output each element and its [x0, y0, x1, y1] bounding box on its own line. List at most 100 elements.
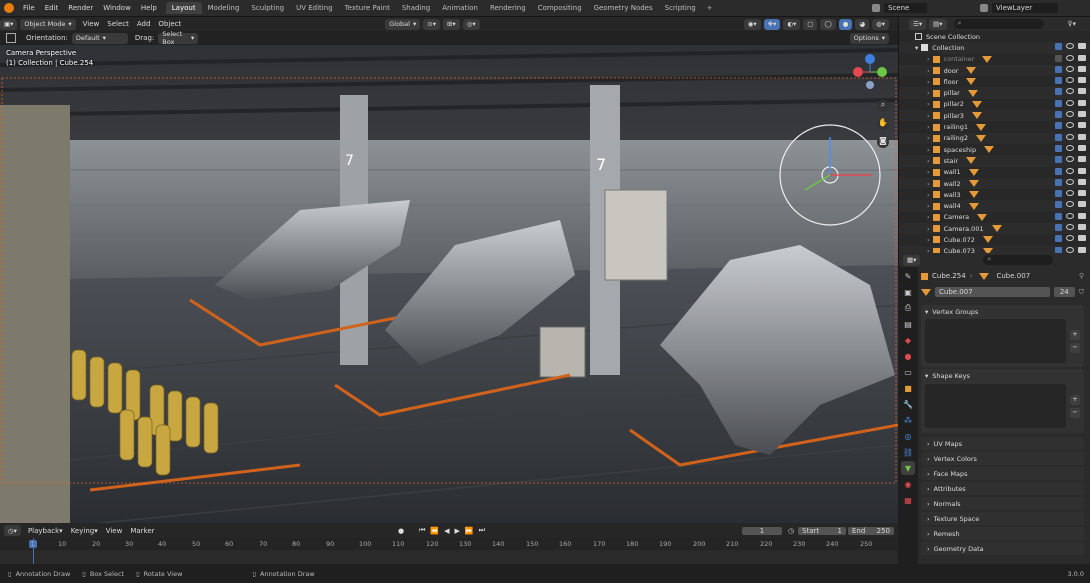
menu-timeline-view[interactable]: View [102, 527, 127, 535]
eye-icon[interactable] [1066, 246, 1074, 253]
eye-icon[interactable] [1066, 190, 1074, 197]
clock-icon[interactable]: ◷ [788, 527, 794, 535]
select-box-tool-icon[interactable] [6, 33, 16, 43]
material-shading-icon[interactable]: ◕ [855, 18, 870, 30]
outliner-item[interactable]: › spaceship [899, 144, 1090, 155]
render-icon[interactable] [1078, 88, 1086, 95]
shape-keys-header[interactable]: ▾ Shape Keys [921, 369, 1084, 383]
workspace-tab-scripting[interactable]: Scripting [659, 2, 702, 14]
output-tab-icon[interactable]: ⎙ [901, 301, 915, 315]
expand-arrow-icon[interactable]: › [927, 236, 930, 244]
workspace-tab-shading[interactable]: Shading [396, 2, 436, 14]
workspace-tab-modeling[interactable]: Modeling [202, 2, 246, 14]
outliner-item[interactable]: › Camera [899, 212, 1090, 223]
drag-dropdown[interactable]: Select Box ▾ [158, 30, 199, 46]
menu-keying[interactable]: Keying▾ [67, 527, 102, 535]
outliner-item[interactable]: › pillar3 [899, 110, 1090, 122]
eye-icon[interactable] [1066, 235, 1074, 242]
render-icon[interactable] [1078, 201, 1086, 208]
mode-dropdown[interactable]: Object Mode ▾ [20, 18, 76, 30]
view-layer-selector[interactable]: ViewLayer [980, 3, 1059, 13]
menu-window[interactable]: Window [98, 4, 136, 12]
outliner-item[interactable]: › door [899, 64, 1090, 77]
expand-arrow-icon[interactable]: › [927, 180, 930, 188]
exclude-checkbox[interactable] [1055, 144, 1062, 152]
expand-arrow-icon[interactable]: › [927, 146, 930, 154]
outliner-editor-type-icon[interactable]: ☰▾ [909, 18, 927, 30]
particles-tab-icon[interactable]: ⁂ [901, 413, 915, 427]
expand-arrow-icon[interactable]: › [927, 168, 930, 176]
play-icon[interactable]: ▶ [455, 527, 460, 535]
solid-shading-icon[interactable]: ● [838, 18, 853, 30]
outliner-item[interactable]: › Camera.001 [899, 223, 1090, 235]
menu-marker[interactable]: Marker [126, 527, 158, 535]
expand-arrow-icon[interactable]: › [927, 78, 930, 86]
render-icon[interactable] [1078, 99, 1086, 106]
outliner-item[interactable]: › railing2 [899, 132, 1090, 144]
menu-edit[interactable]: Edit [40, 4, 64, 12]
expand-arrow-icon[interactable]: › [927, 134, 930, 142]
constraints-tab-icon[interactable]: ⛓ [901, 445, 915, 459]
world-tab-icon[interactable]: ● [901, 349, 915, 363]
exclude-checkbox[interactable] [1055, 190, 1062, 198]
expand-arrow-icon[interactable]: ▾ [915, 44, 918, 52]
visibility-icon[interactable]: ◉▾ [743, 18, 761, 30]
outliner-item[interactable]: › pillar2 [899, 99, 1090, 110]
render-icon[interactable] [1078, 190, 1086, 197]
exclude-checkbox[interactable] [1055, 122, 1062, 130]
options-dropdown[interactable]: Options ▾ [849, 32, 889, 44]
expand-arrow-icon[interactable]: › [927, 202, 930, 210]
eye-icon[interactable] [1066, 156, 1074, 163]
outliner-item[interactable]: › Cube.072 [899, 234, 1090, 245]
filter-icon[interactable]: ⊽▾ [1067, 20, 1076, 28]
physics-tab-icon[interactable]: ◎ [901, 429, 915, 443]
jump-keyframe-forward-icon[interactable]: ⏩ [465, 527, 474, 535]
properties-editor-type-icon[interactable]: ▦▾ [903, 254, 921, 266]
exclude-checkbox[interactable] [1055, 178, 1062, 186]
render-icon[interactable] [1078, 235, 1086, 242]
jump-start-icon[interactable]: ⏮ [419, 526, 425, 535]
3d-viewport[interactable]: 7 7 Camera Perspective (1) Collection | … [0, 45, 898, 523]
pin-icon[interactable]: ⚲ [1079, 272, 1084, 280]
wireframe-shading-icon[interactable]: ◯ [820, 18, 836, 30]
render-icon[interactable] [1078, 111, 1086, 118]
exclude-checkbox[interactable] [1055, 54, 1062, 62]
material-tab-icon[interactable]: ◉ [901, 477, 915, 491]
outliner-item[interactable]: › container [899, 54, 1090, 65]
render-icon[interactable] [1078, 224, 1086, 231]
eye-icon[interactable] [1066, 122, 1074, 129]
eye-icon[interactable] [1066, 111, 1074, 118]
exclude-checkbox[interactable] [1055, 111, 1062, 119]
render-tab-icon[interactable]: ▣ [901, 285, 915, 299]
panel-vertex-colors[interactable]: › Vertex Colors [921, 452, 1084, 465]
record-icon[interactable]: ● [398, 527, 404, 535]
eye-icon[interactable] [1066, 178, 1074, 185]
workspace-tab-geometry-nodes[interactable]: Geometry Nodes [588, 2, 659, 14]
properties-search-input[interactable]: ⌕ [983, 255, 1054, 265]
texture-tab-icon[interactable]: ▦ [901, 493, 915, 507]
outliner-item[interactable]: › pillar [899, 87, 1090, 99]
outliner-item[interactable]: › wall3 [899, 189, 1090, 200]
expand-arrow-icon[interactable]: › [927, 225, 930, 233]
end-frame-field[interactable]: End 250 [848, 526, 894, 535]
workspace-tab-uv-editing[interactable]: UV Editing [290, 2, 339, 14]
workspace-tab-texture-paint[interactable]: Texture Paint [339, 2, 396, 14]
remove-shape-key-button[interactable]: − [1070, 407, 1080, 418]
exclude-checkbox[interactable] [1055, 224, 1062, 232]
pan-hand-icon[interactable]: ✋ [877, 118, 889, 130]
outliner-item[interactable]: › wall1 [899, 167, 1090, 178]
menu-object[interactable]: Object [154, 20, 185, 28]
start-frame-field[interactable]: Start 1 [798, 526, 846, 535]
editor-type-button[interactable]: ▣▾ [0, 18, 18, 30]
eye-icon[interactable] [1066, 88, 1074, 95]
playhead[interactable] [33, 538, 34, 564]
menu-select[interactable]: Select [103, 20, 133, 28]
render-icon[interactable] [1078, 133, 1086, 140]
vertex-groups-header[interactable]: ▾ Vertex Groups [921, 305, 1084, 319]
timeline-area[interactable]: 1102030405060708090100110120130140150160… [0, 538, 898, 564]
collection-row[interactable]: ▾ Collection [899, 42, 1090, 54]
render-icon[interactable] [1078, 212, 1086, 219]
menu-render[interactable]: Render [63, 4, 98, 12]
pivot-icon[interactable]: ⊙▾ [423, 18, 440, 30]
snap-icon[interactable]: ⊞▾ [442, 18, 460, 30]
